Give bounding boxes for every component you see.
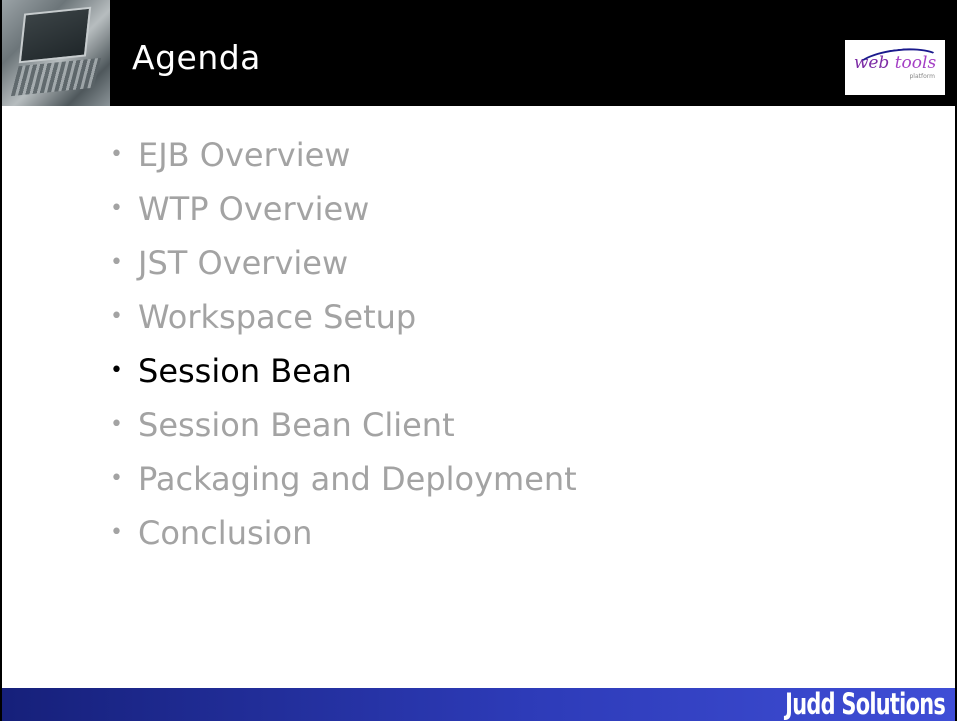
bullet: •: [110, 196, 123, 221]
laptop-keyboard: [10, 57, 102, 97]
bullet: •: [110, 250, 123, 275]
agenda-item: • EJB Overview: [110, 128, 577, 182]
footer-bar: Judd Solutions: [2, 688, 955, 721]
bullet: •: [110, 358, 123, 383]
laptop-screen: [18, 6, 92, 64]
agenda-item-label: Workspace Setup: [138, 298, 417, 336]
agenda-item-label: EJB Overview: [138, 136, 351, 174]
web-tools-logo: web tools platform: [845, 40, 945, 95]
agenda-item-label: Session Bean Client: [138, 406, 455, 444]
agenda-item: • JST Overview: [110, 236, 577, 290]
company-logo: Judd Solutions: [785, 687, 946, 721]
agenda-item: • Workspace Setup: [110, 290, 577, 344]
logo-wordmark: web tools: [854, 44, 944, 84]
bullet: •: [110, 304, 123, 329]
agenda-item: • Conclusion: [110, 506, 577, 560]
agenda-item: • Session Bean Client: [110, 398, 577, 452]
bullet: •: [110, 142, 123, 167]
slide-title: Agenda: [132, 38, 261, 77]
agenda-item-current: • Session Bean: [110, 344, 577, 398]
bullet: •: [110, 520, 123, 545]
agenda-item: • Packaging and Deployment: [110, 452, 577, 506]
laptop-image: [2, 0, 110, 106]
agenda-list: • EJB Overview • WTP Overview • JST Overvie…: [110, 128, 577, 560]
agenda-item-label: Conclusion: [138, 514, 313, 552]
agenda-item-label: Session Bean: [138, 352, 352, 390]
title-bar: Agenda web tools platform: [2, 0, 955, 106]
slide: Agenda web tools platform • EJB Overview …: [0, 0, 957, 721]
agenda-item-label: JST Overview: [138, 244, 349, 282]
agenda-item: • WTP Overview: [110, 182, 577, 236]
bullet: •: [110, 412, 123, 437]
agenda-item-label: WTP Overview: [138, 190, 370, 228]
agenda-item-label: Packaging and Deployment: [138, 460, 577, 498]
bullet: •: [110, 466, 123, 491]
